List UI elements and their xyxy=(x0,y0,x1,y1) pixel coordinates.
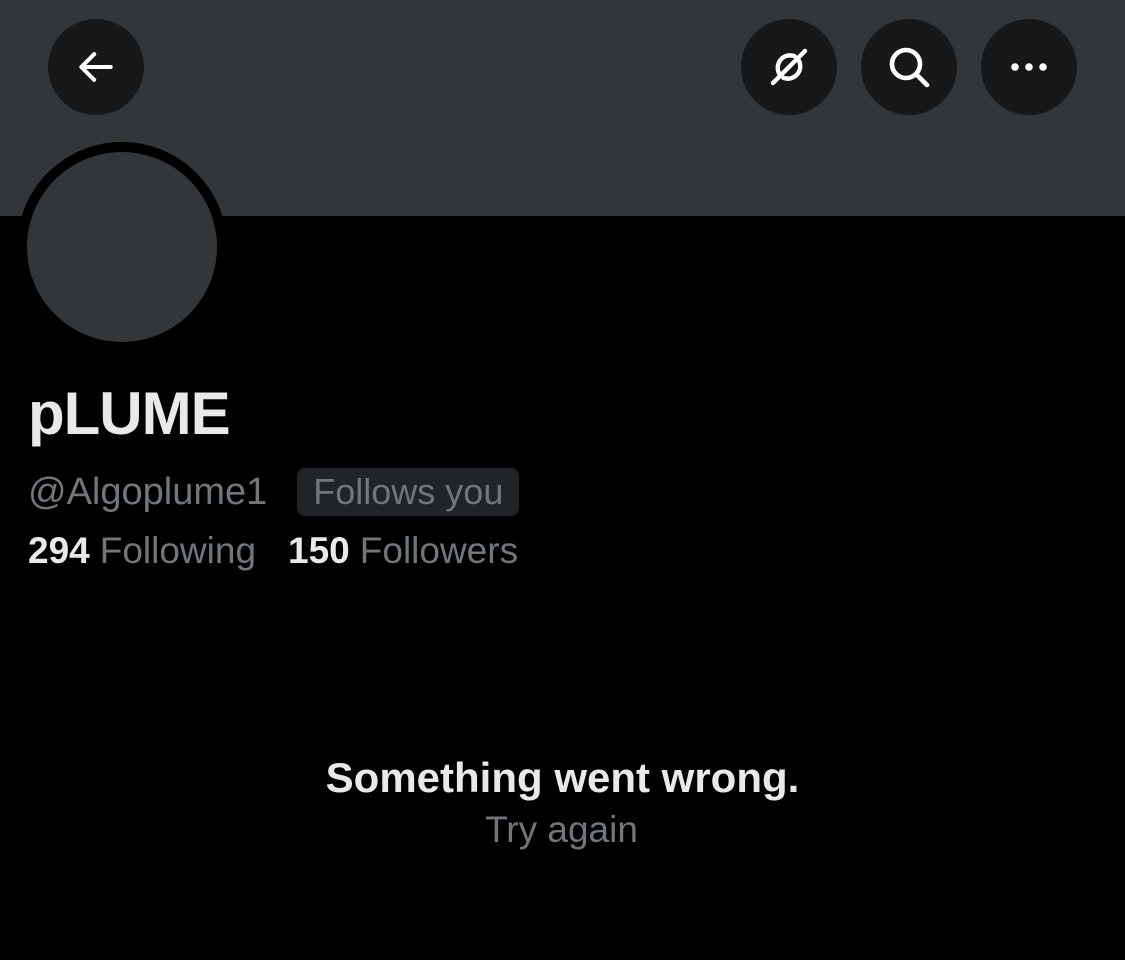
display-name: pLUME xyxy=(28,380,231,447)
follow-stats: 294 Following 150 Followers xyxy=(28,528,518,574)
following-stat[interactable]: 294 Following xyxy=(28,530,256,572)
error-state: Something went wrong. Try again xyxy=(0,750,1125,854)
back-arrow-icon xyxy=(74,45,118,89)
handle-row: @Algoplume1 Follows you xyxy=(28,466,520,518)
followers-stat[interactable]: 150 Followers xyxy=(288,530,518,572)
followers-count: 150 xyxy=(288,530,350,571)
following-label: Following xyxy=(99,530,257,571)
error-message: Something went wrong. xyxy=(325,754,800,801)
grok-button[interactable] xyxy=(741,19,837,115)
search-button[interactable] xyxy=(861,19,957,115)
avatar[interactable] xyxy=(27,152,217,342)
back-button[interactable] xyxy=(48,19,144,115)
follows-you-badge: Follows you xyxy=(297,468,520,516)
try-again-link[interactable]: Try again xyxy=(485,806,638,854)
search-icon xyxy=(885,43,933,91)
grok-icon xyxy=(765,43,813,91)
more-dots-icon xyxy=(1005,43,1053,91)
more-options-button[interactable] xyxy=(981,19,1077,115)
followers-label: Followers xyxy=(359,530,519,571)
user-handle: @Algoplume1 xyxy=(28,470,268,513)
following-count: 294 xyxy=(28,530,90,571)
